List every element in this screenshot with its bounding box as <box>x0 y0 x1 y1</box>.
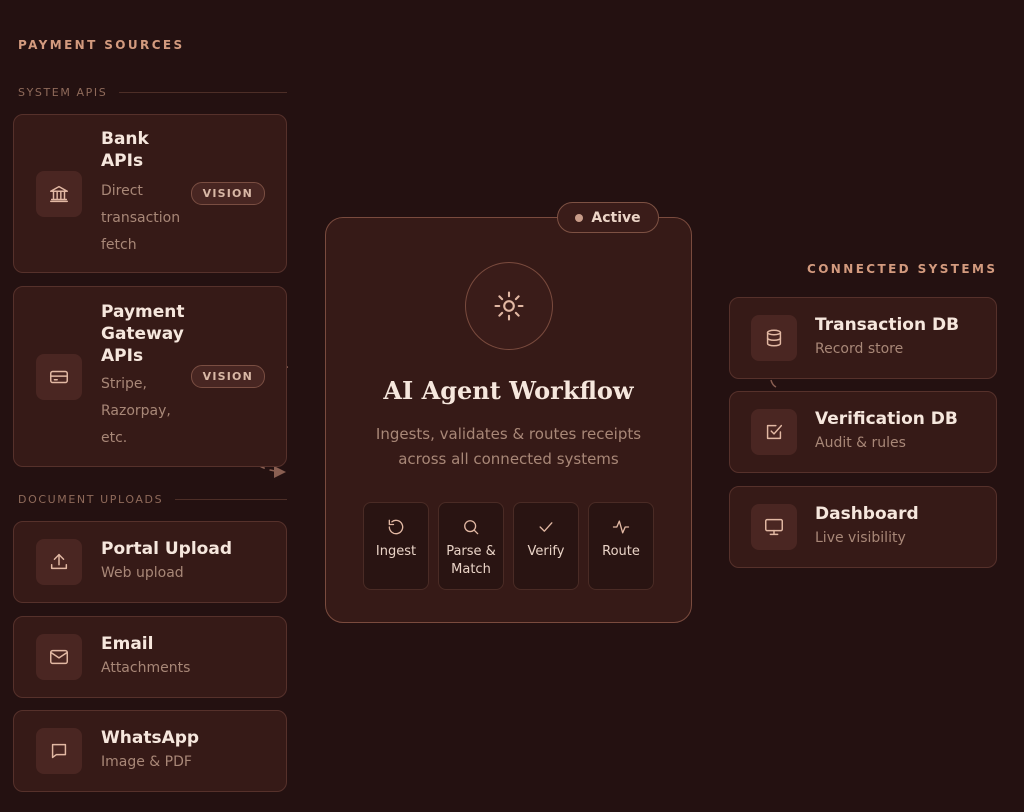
connected-systems-title: CONNECTED SYSTEMS <box>807 262 998 276</box>
vision-badge: VISION <box>190 182 265 205</box>
system-card-verification-db[interactable]: Verification DB Audit & rules <box>729 391 997 473</box>
source-subtitle: Direct transaction fetch <box>101 183 181 253</box>
status-badge-active: Active <box>557 202 659 233</box>
system-card-dashboard[interactable]: Dashboard Live visibility <box>729 486 997 568</box>
agent-description-line: Ingests, validates & routes receipts <box>375 425 642 443</box>
document-uploads-label-text: DOCUMENT UPLOADS <box>18 493 164 506</box>
source-subtitle: Stripe, Razorpay, etc. <box>101 376 171 446</box>
system-subtitle: Live visibility <box>815 529 906 546</box>
chat-icon <box>36 728 82 774</box>
source-subtitle: Web upload <box>101 564 184 581</box>
step-parse-match[interactable]: Parse & Match <box>438 502 504 590</box>
step-ingest[interactable]: Ingest <box>363 502 429 590</box>
source-title: Email <box>101 633 154 654</box>
source-subtitle: Attachments <box>101 659 191 676</box>
source-card-whatsapp[interactable]: WhatsApp Image & PDF <box>13 710 287 792</box>
bank-icon <box>36 170 82 217</box>
agent-title: AI Agent Workflow <box>383 376 634 405</box>
step-route[interactable]: Route <box>588 502 654 590</box>
monitor-icon <box>751 504 797 550</box>
source-title: WhatsApp <box>101 727 200 748</box>
divider <box>175 499 287 500</box>
pulse-icon <box>612 520 630 534</box>
step-verify[interactable]: Verify <box>513 502 579 590</box>
upload-icon <box>36 539 82 585</box>
agent-description: Ingests, validates & routes receipts acr… <box>356 422 661 472</box>
source-card-bank-apis[interactable]: Bank APIs Direct transaction fetch VISIO… <box>13 114 287 273</box>
system-title: Dashboard <box>815 503 919 524</box>
agent-description-line: across all connected systems <box>398 450 619 468</box>
system-apis-label: SYSTEM APIS <box>18 86 287 99</box>
system-card-transaction-db[interactable]: Transaction DB Record store <box>729 297 997 379</box>
source-title: Payment Gateway APIs <box>101 302 185 366</box>
status-text: Active <box>591 209 641 226</box>
mail-icon <box>36 634 82 680</box>
system-title: Verification DB <box>815 408 958 429</box>
ai-agent-workflow-card[interactable]: AI Agent Workflow Ingests, validates & r… <box>325 217 692 623</box>
check-icon <box>539 522 553 532</box>
step-label: Route <box>602 544 640 559</box>
source-card-portal-upload[interactable]: Portal Upload Web upload <box>13 521 287 603</box>
step-label: Parse & Match <box>446 544 496 577</box>
payment-sources-title: PAYMENT SOURCES <box>18 38 185 52</box>
system-subtitle: Record store <box>815 340 904 357</box>
divider <box>119 92 287 93</box>
refresh-icon <box>388 519 404 535</box>
database-icon <box>751 315 797 361</box>
source-title: Bank APIs <box>101 129 149 171</box>
vision-badge: VISION <box>190 365 265 388</box>
system-title: Transaction DB <box>815 314 960 335</box>
workflow-steps: Ingest Parse & Match Verify Route <box>363 502 654 590</box>
step-label: Ingest <box>375 544 417 559</box>
sun-icon <box>465 262 553 350</box>
source-card-payment-gateway[interactable]: Payment Gateway APIs Stripe, Razorpay, e… <box>13 286 287 467</box>
source-subtitle: Image & PDF <box>101 753 192 770</box>
document-uploads-label: DOCUMENT UPLOADS <box>18 493 287 506</box>
step-label: Verify <box>527 544 565 559</box>
search-icon <box>464 520 479 535</box>
status-dot <box>575 213 584 222</box>
source-card-email[interactable]: Email Attachments <box>13 616 287 698</box>
checkbox-icon <box>751 409 797 455</box>
system-apis-label-text: SYSTEM APIS <box>18 86 108 99</box>
system-subtitle: Audit & rules <box>815 434 906 451</box>
source-title: Portal Upload <box>101 538 232 559</box>
card-icon <box>36 353 82 400</box>
